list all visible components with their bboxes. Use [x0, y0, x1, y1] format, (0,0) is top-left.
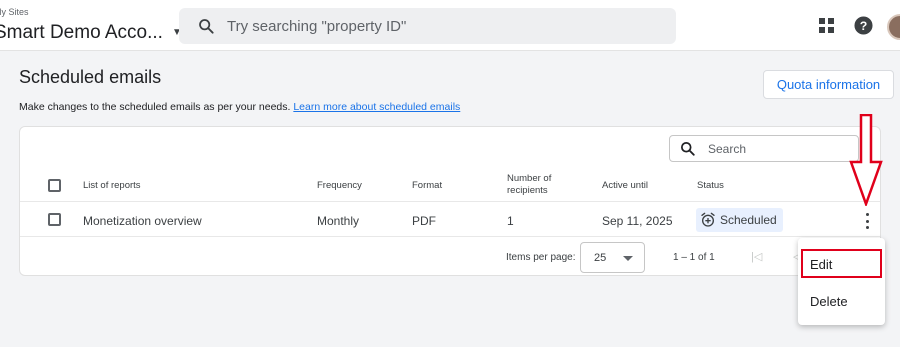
- column-header-active-until[interactable]: Active until: [602, 180, 648, 192]
- column-header-recipients-line2: recipients: [507, 185, 548, 196]
- header-divider: [20, 201, 880, 202]
- learn-more-link[interactable]: Learn more about scheduled emails: [293, 101, 460, 113]
- scheduled-emails-card: Search List of reports Frequency Format …: [19, 126, 881, 276]
- select-all-checkbox[interactable]: [48, 179, 61, 192]
- row-checkbox[interactable]: [48, 213, 61, 226]
- column-header-recipients[interactable]: Number of recipients: [507, 173, 551, 197]
- report-name[interactable]: Monetization overview: [83, 214, 202, 228]
- menu-item-delete[interactable]: Delete: [798, 294, 885, 309]
- help-icon[interactable]: ?: [854, 16, 873, 35]
- first-page-icon[interactable]: |◁: [751, 250, 762, 263]
- items-per-page-value: 25: [594, 251, 607, 264]
- column-header-frequency[interactable]: Frequency: [317, 180, 362, 192]
- page-description: Make changes to the scheduled emails as …: [19, 101, 460, 113]
- column-header-status[interactable]: Status: [697, 180, 724, 192]
- svg-text:?: ?: [860, 19, 868, 33]
- format-value: PDF: [412, 214, 436, 228]
- frequency-value: Monthly: [317, 214, 360, 228]
- account-name: Smart Demo Acco...: [0, 22, 163, 43]
- global-search-input[interactable]: Try searching "property ID": [179, 8, 676, 44]
- avatar[interactable]: [887, 14, 900, 40]
- status-badge: Scheduled: [696, 208, 783, 232]
- pagination-range: 1 – 1 of 1: [673, 252, 715, 263]
- items-per-page-select[interactable]: 25: [580, 242, 645, 273]
- quota-information-button[interactable]: Quota information: [763, 70, 894, 99]
- active-until-value: Sep 11, 2025: [602, 214, 673, 228]
- column-header-reports[interactable]: List of reports: [83, 180, 141, 192]
- page-title: Scheduled emails: [19, 67, 162, 87]
- column-header-format[interactable]: Format: [412, 180, 442, 192]
- column-header-recipients-line1: Number of: [507, 173, 552, 184]
- edit-highlight-box: [801, 249, 882, 278]
- apps-grid-icon[interactable]: [819, 18, 834, 33]
- annotation-arrow-icon: [849, 114, 883, 206]
- top-app-bar: My Sites Smart Demo Acco... ▼ Try search…: [0, 0, 900, 51]
- global-search-placeholder: Try searching "property ID": [227, 17, 407, 35]
- table-search-placeholder: Search: [708, 141, 747, 156]
- alarm-add-icon: [701, 212, 715, 227]
- search-icon: [199, 19, 214, 34]
- account-switcher[interactable]: My Sites Smart Demo Acco... ▼: [0, 6, 182, 45]
- table-search-input[interactable]: Search: [669, 135, 859, 162]
- recipients-value: 1: [507, 214, 514, 228]
- items-per-page-label: Items per page:: [506, 252, 576, 263]
- more-vert-icon[interactable]: [864, 213, 870, 229]
- row-actions-menu: Edit Delete: [798, 238, 885, 325]
- row-divider: [20, 236, 880, 237]
- status-label: Scheduled: [720, 213, 777, 227]
- search-icon: [681, 142, 695, 156]
- description-text: Make changes to the scheduled emails as …: [19, 101, 291, 113]
- account-breadcrumb: My Sites: [0, 7, 29, 17]
- dropdown-arrow-icon: [623, 256, 633, 261]
